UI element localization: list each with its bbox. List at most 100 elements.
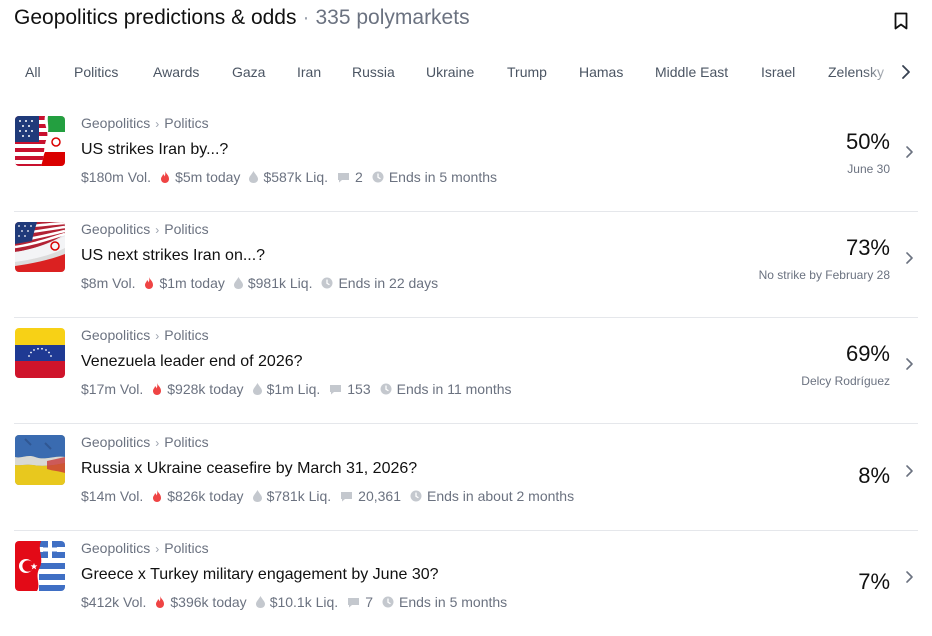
chevron-right-icon[interactable] [904, 251, 914, 265]
liquidity: $587k Liq. [249, 169, 328, 185]
market-meta: $8m Vol. $1m today $981k Liq. Ends in 22… [81, 275, 447, 291]
comments-count: 153 [347, 381, 371, 397]
tab-trump[interactable]: Trump [507, 64, 547, 80]
end-date: Ends in 5 months [372, 169, 497, 185]
comments[interactable]: 7 [347, 594, 373, 610]
chevron-right-icon[interactable] [904, 464, 914, 478]
breadcrumb-subcategory[interactable]: Politics [164, 221, 208, 237]
leading-outcome: June 30 [847, 162, 890, 176]
tab-iran[interactable]: Iran [297, 64, 321, 80]
market-row[interactable]: Geopolitics › Politics Russia x Ukraine ce… [14, 424, 918, 531]
russia-ukraine-flag [15, 435, 65, 485]
fire-icon [145, 277, 154, 289]
comments-count: 2 [355, 169, 363, 185]
market-meta: $180m Vol. $5m today $587k Liq. 2 Ends i… [81, 169, 506, 185]
usa-iran-flag [15, 116, 65, 166]
chevron-right-icon[interactable] [904, 145, 914, 159]
market-title[interactable]: US next strikes Iran on...? [81, 247, 265, 265]
fire-icon [161, 171, 170, 183]
market-row[interactable]: Geopolitics › Politics Greece x Turkey mil… [14, 530, 918, 636]
breadcrumb-subcategory[interactable]: Politics [164, 115, 208, 131]
ends-text: Ends in about 2 months [427, 488, 575, 504]
comment-icon [338, 172, 350, 182]
breadcrumb-category[interactable]: Geopolitics [81, 221, 150, 237]
liquidity: $1m Liq. [252, 381, 320, 397]
today-text: $396k today [170, 594, 247, 610]
today-volume: $396k today [155, 594, 247, 610]
tab-awards[interactable]: Awards [153, 64, 199, 80]
tab-all[interactable]: All [25, 64, 41, 80]
leading-outcome: Delcy Rodríguez [801, 374, 890, 388]
today-volume: $928k today [152, 381, 244, 397]
volume-text: $14m Vol. [81, 488, 144, 504]
breadcrumb-category[interactable]: Geopolitics [81, 434, 150, 450]
tab-politics[interactable]: Politics [74, 64, 118, 80]
comment-icon [330, 384, 342, 394]
breadcrumb-chevron-icon: › [155, 436, 160, 450]
comments-count: 20,361 [358, 488, 401, 504]
clock-icon [410, 490, 422, 502]
ends-text: Ends in 22 days [338, 275, 439, 291]
leading-outcome: No strike by February 28 [758, 268, 890, 282]
probability-percent: 50% [845, 129, 890, 154]
breadcrumb: Geopolitics › Politics [81, 434, 209, 450]
page-title: Geopolitics predictions & odds · 335 polym… [14, 6, 470, 30]
breadcrumb-chevron-icon: › [155, 542, 160, 556]
breadcrumb-category[interactable]: Geopolitics [81, 327, 150, 343]
comments[interactable]: 20,361 [340, 488, 401, 504]
breadcrumb: Geopolitics › Politics [81, 115, 209, 131]
today-text: $5m today [175, 169, 241, 185]
today-volume: $5m today [160, 169, 240, 185]
droplet-icon [252, 490, 262, 502]
market-meta: $412k Vol. $396k today $10.1k Liq. 7 End… [81, 594, 516, 610]
tab-israel[interactable]: Israel [761, 64, 795, 80]
today-volume: $1m today [144, 275, 225, 291]
tab-gaza[interactable]: Gaza [232, 64, 265, 80]
market-title[interactable]: Venezuela leader end of 2026? [81, 353, 303, 371]
breadcrumb: Geopolitics › Politics [81, 327, 209, 343]
bookmark-icon[interactable] [894, 12, 908, 30]
ends-text: Ends in 5 months [398, 594, 508, 610]
liquidity: $10.1k Liq. [255, 594, 338, 610]
chevron-right-icon[interactable] [904, 357, 914, 371]
clock-icon [321, 277, 333, 289]
tab-hamas[interactable]: Hamas [579, 64, 623, 80]
usa-iran-flag [15, 222, 65, 272]
volume-text: $8m Vol. [81, 275, 136, 291]
comments-count: 7 [365, 594, 373, 610]
breadcrumb-subcategory[interactable]: Politics [164, 540, 208, 556]
comment-icon [341, 491, 353, 501]
end-date: Ends in about 2 months [410, 488, 574, 504]
market-row[interactable]: Geopolitics › Politics US strikes Iran by.… [14, 105, 918, 212]
chevron-right-icon[interactable] [898, 64, 914, 80]
venezuela-flag [15, 328, 65, 378]
market-title[interactable]: Greece x Turkey military engagement by J… [81, 566, 439, 584]
comments[interactable]: 153 [329, 381, 371, 397]
tab-middle-east[interactable]: Middle East [655, 64, 728, 80]
tab-russia[interactable]: Russia [352, 64, 395, 80]
tab-ukraine[interactable]: Ukraine [426, 64, 474, 80]
category-tabs: All Politics Awards Gaza Iran Russia Ukr… [0, 46, 932, 102]
droplet-icon [249, 171, 259, 183]
title-text: Geopolitics predictions & odds [14, 6, 297, 29]
market-title[interactable]: Russia x Ukraine ceasefire by March 31, … [81, 460, 417, 478]
breadcrumb: Geopolitics › Politics [81, 540, 209, 556]
turkey-greece-flag [15, 541, 65, 591]
ends-text: Ends in 11 months [396, 381, 512, 397]
market-row[interactable]: Geopolitics › Politics Venezuela leader en… [14, 317, 918, 424]
market-title[interactable]: US strikes Iran by...? [81, 141, 228, 159]
probability-percent: 69% [845, 341, 890, 366]
today-text: $826k today [167, 488, 244, 504]
breadcrumb-category[interactable]: Geopolitics [81, 540, 150, 556]
breadcrumb-chevron-icon: › [155, 329, 160, 343]
breadcrumb-subcategory[interactable]: Politics [164, 327, 208, 343]
breadcrumb-subcategory[interactable]: Politics [164, 434, 208, 450]
chevron-right-icon[interactable] [904, 570, 914, 584]
droplet-icon [252, 383, 262, 395]
breadcrumb-chevron-icon: › [155, 223, 160, 237]
market-meta: $14m Vol. $826k today $781k Liq. 20,361 … [81, 488, 583, 504]
probability-percent: 7% [858, 569, 890, 594]
market-row[interactable]: Geopolitics › Politics US next strikes Ira… [14, 211, 918, 318]
comments[interactable]: 2 [337, 169, 363, 185]
breadcrumb-category[interactable]: Geopolitics [81, 115, 150, 131]
